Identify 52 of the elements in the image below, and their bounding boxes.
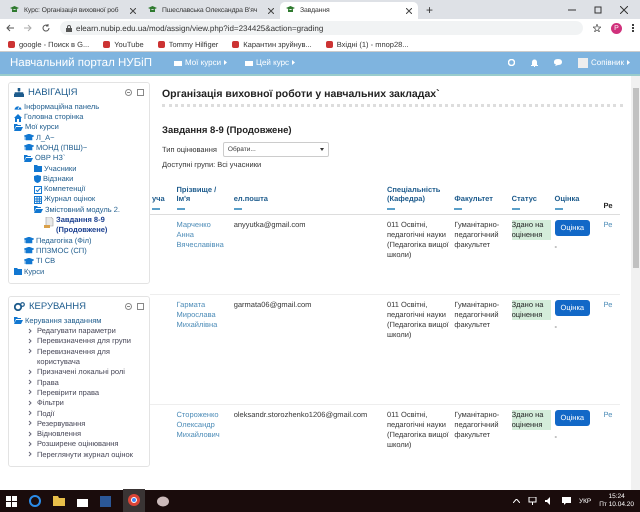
folder-icon[interactable] — [53, 496, 65, 506]
collapse-icon[interactable] — [125, 302, 132, 310]
graduation-cap-icon — [24, 134, 34, 142]
caret-icon — [627, 60, 630, 66]
site-favicon-icon — [148, 6, 157, 15]
caret-icon — [292, 60, 296, 66]
dock-icon[interactable] — [137, 88, 144, 96]
dashboard-icon — [14, 103, 22, 112]
site-favicon-icon — [286, 6, 295, 15]
network-icon[interactable] — [528, 497, 537, 505]
folder-icon — [14, 268, 22, 276]
new-tab-button[interactable]: + — [426, 3, 434, 17]
folder-icon — [24, 154, 33, 162]
site-favicon-icon — [10, 6, 19, 15]
back-icon[interactable] — [6, 24, 14, 32]
chevron-up-icon[interactable] — [512, 499, 520, 503]
address-field[interactable]: elearn.nubip.edu.ua/mod/assign/view.php?id=234425&action=grading — [60, 21, 583, 35]
block-title: НАВІГАЦІЯ — [28, 86, 78, 98]
collapse-icon[interactable] — [125, 88, 132, 96]
course-title: Організація виховної роботи у навчальних закладах` — [162, 88, 441, 100]
caret-icon — [320, 148, 324, 151]
assignment-title: Завдання 8-9 (Продовжене) — [162, 124, 293, 136]
dock-icon[interactable] — [137, 302, 144, 310]
close-icon[interactable] — [130, 8, 136, 14]
reload-icon[interactable] — [42, 24, 50, 32]
table-icon — [34, 196, 42, 204]
folder-icon — [14, 317, 23, 324]
document-icon — [44, 216, 54, 228]
lock-icon — [66, 24, 72, 32]
close-icon[interactable] — [406, 8, 412, 14]
chrome-icon[interactable] — [128, 494, 140, 506]
graduation-cap-icon — [24, 258, 34, 265]
folder-icon — [34, 206, 43, 214]
graduation-cap-icon — [24, 247, 34, 254]
close-icon[interactable] — [620, 6, 628, 14]
windows-start-icon[interactable] — [6, 496, 17, 506]
folder-icon — [14, 124, 23, 131]
block-title: КЕРУВАННЯ — [29, 300, 86, 312]
close-icon[interactable] — [268, 8, 274, 14]
star-icon[interactable] — [593, 24, 601, 32]
scrollbar[interactable] — [631, 76, 640, 490]
home-icon — [14, 114, 22, 122]
graduation-cap-icon — [24, 237, 34, 244]
shield-icon — [34, 175, 41, 184]
edge-browser-icon[interactable] — [29, 495, 41, 507]
graduation-cap-icon — [24, 144, 34, 152]
sitemap-icon — [14, 88, 24, 97]
caret-icon — [224, 60, 228, 66]
restore-icon[interactable] — [594, 6, 602, 14]
folder-icon — [34, 165, 42, 172]
notification-icon[interactable] — [562, 497, 571, 505]
checkbox-icon — [34, 186, 42, 194]
